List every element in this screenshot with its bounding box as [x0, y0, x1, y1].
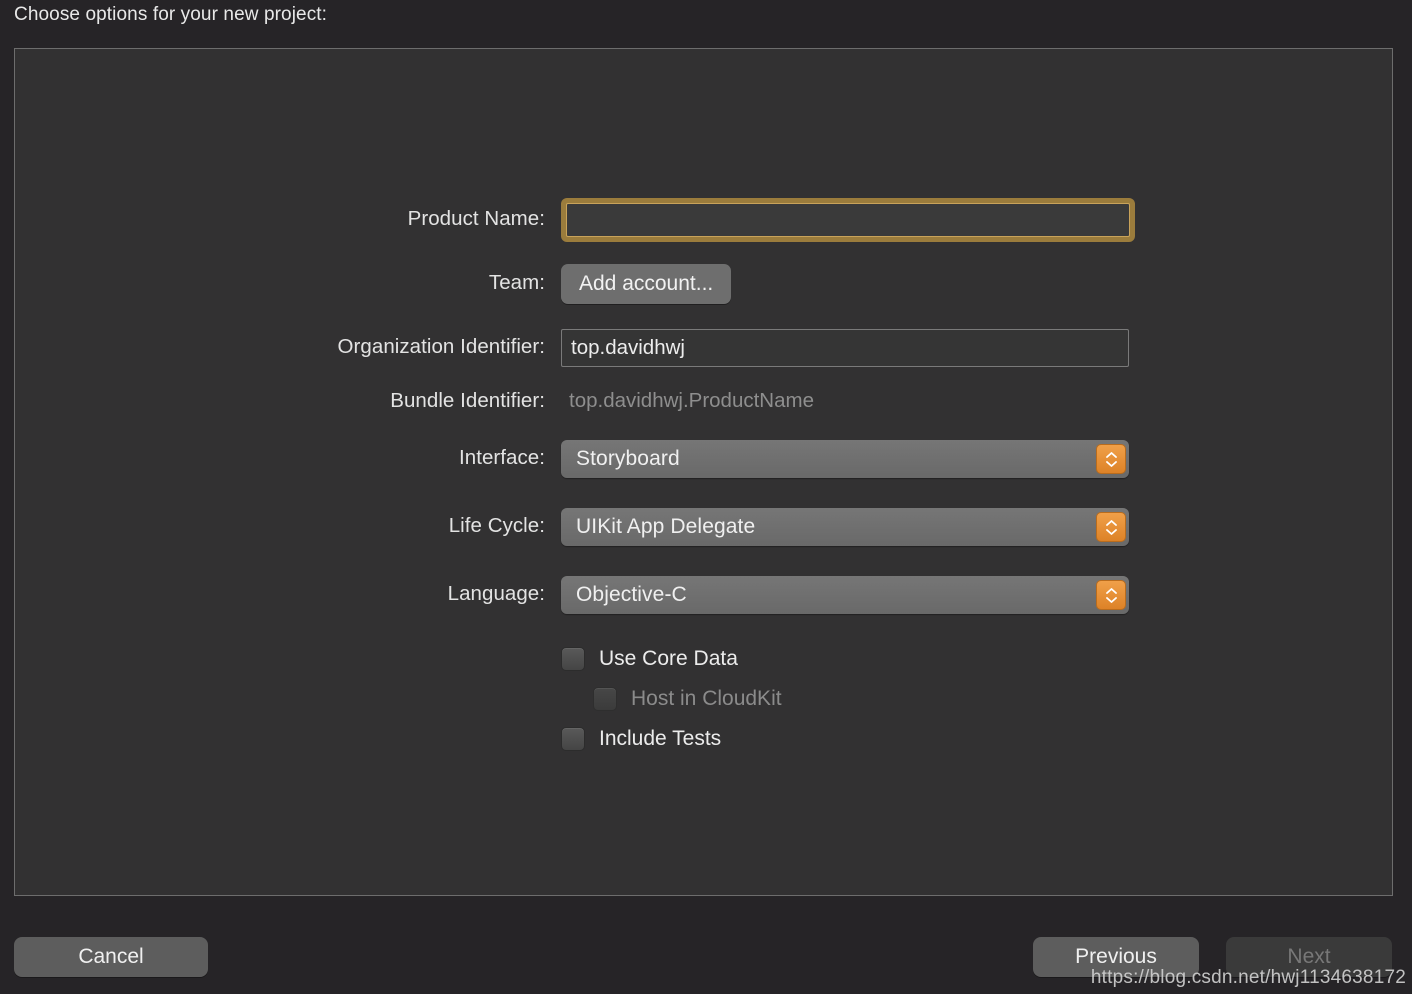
team-label: Team:	[488, 271, 545, 294]
interface-stepper-icon[interactable]	[1096, 444, 1126, 474]
use-core-data-row[interactable]: Use Core Data	[561, 647, 738, 671]
chevron-up-icon	[1105, 587, 1117, 594]
language-stepper-icon[interactable]	[1096, 580, 1126, 610]
life-cycle-field-wrap: UIKit App Delegate	[561, 508, 1129, 546]
life-cycle-label: Life Cycle:	[448, 514, 545, 537]
interface-popup-button[interactable]: Storyboard	[561, 440, 1129, 478]
interface-label-box: Interface:	[15, 446, 545, 470]
organization-identifier-field	[561, 329, 1129, 367]
life-cycle-popup-button[interactable]: UIKit App Delegate	[561, 508, 1129, 546]
dialog-prompt: Choose options for your new project:	[14, 4, 328, 25]
chevron-down-icon	[1105, 528, 1117, 535]
language-label: Language:	[447, 582, 545, 605]
product-name-field-inner	[566, 203, 1130, 237]
chevron-down-icon	[1105, 596, 1117, 603]
chevron-down-icon	[1105, 460, 1117, 467]
use-core-data-label: Use Core Data	[599, 647, 738, 670]
organization-identifier-input[interactable]	[571, 336, 1119, 360]
product-name-field-wrap	[561, 198, 1135, 242]
add-account-button[interactable]: Add account...	[561, 264, 732, 304]
host-in-cloudkit-label: Host in CloudKit	[631, 687, 782, 710]
language-label-box: Language:	[15, 582, 545, 606]
organization-identifier-label: Organization Identifier:	[337, 335, 545, 358]
chevron-up-icon	[1105, 519, 1117, 526]
new-project-options-dialog: Choose options for your new project: Pro…	[0, 0, 1412, 994]
watermark-text: https://blog.csdn.net/hwj1134638172	[1090, 967, 1406, 988]
product-name-focus-ring	[561, 198, 1135, 242]
bundle-identifier-label: Bundle Identifier:	[390, 389, 545, 412]
chevron-up-icon	[1105, 451, 1117, 458]
bundle-identifier-label-box: Bundle Identifier:	[15, 389, 545, 413]
interface-selected-value: Storyboard	[576, 447, 680, 470]
interface-label: Interface:	[459, 446, 545, 469]
use-core-data-checkbox[interactable]	[561, 647, 585, 671]
product-name-input[interactable]	[573, 208, 1123, 232]
life-cycle-stepper-icon[interactable]	[1096, 512, 1126, 542]
team-label-box: Team:	[15, 271, 545, 295]
language-field-wrap: Objective-C	[561, 576, 1129, 614]
life-cycle-selected-value: UIKit App Delegate	[576, 515, 756, 538]
language-popup-button[interactable]: Objective-C	[561, 576, 1129, 614]
bundle-identifier-value-wrap: top.davidhwj.ProductName	[561, 382, 814, 420]
organization-identifier-label-box: Organization Identifier:	[15, 335, 545, 359]
product-name-label: Product Name:	[407, 207, 545, 230]
host-in-cloudkit-checkbox	[593, 687, 617, 711]
include-tests-label: Include Tests	[599, 727, 722, 750]
organization-identifier-field-wrap	[561, 329, 1129, 367]
include-tests-row[interactable]: Include Tests	[561, 727, 721, 751]
options-panel: Product Name: Team: Add account... Organ…	[14, 48, 1393, 896]
bundle-identifier-value: top.davidhwj.ProductName	[569, 389, 814, 412]
product-name-label-box: Product Name:	[15, 207, 545, 231]
interface-field-wrap: Storyboard	[561, 440, 1129, 478]
cancel-button[interactable]: Cancel	[14, 937, 208, 977]
team-field-wrap: Add account...	[561, 264, 732, 304]
life-cycle-label-box: Life Cycle:	[15, 514, 545, 538]
host-in-cloudkit-row: Host in CloudKit	[593, 687, 782, 711]
language-selected-value: Objective-C	[576, 583, 687, 606]
include-tests-checkbox[interactable]	[561, 727, 585, 751]
